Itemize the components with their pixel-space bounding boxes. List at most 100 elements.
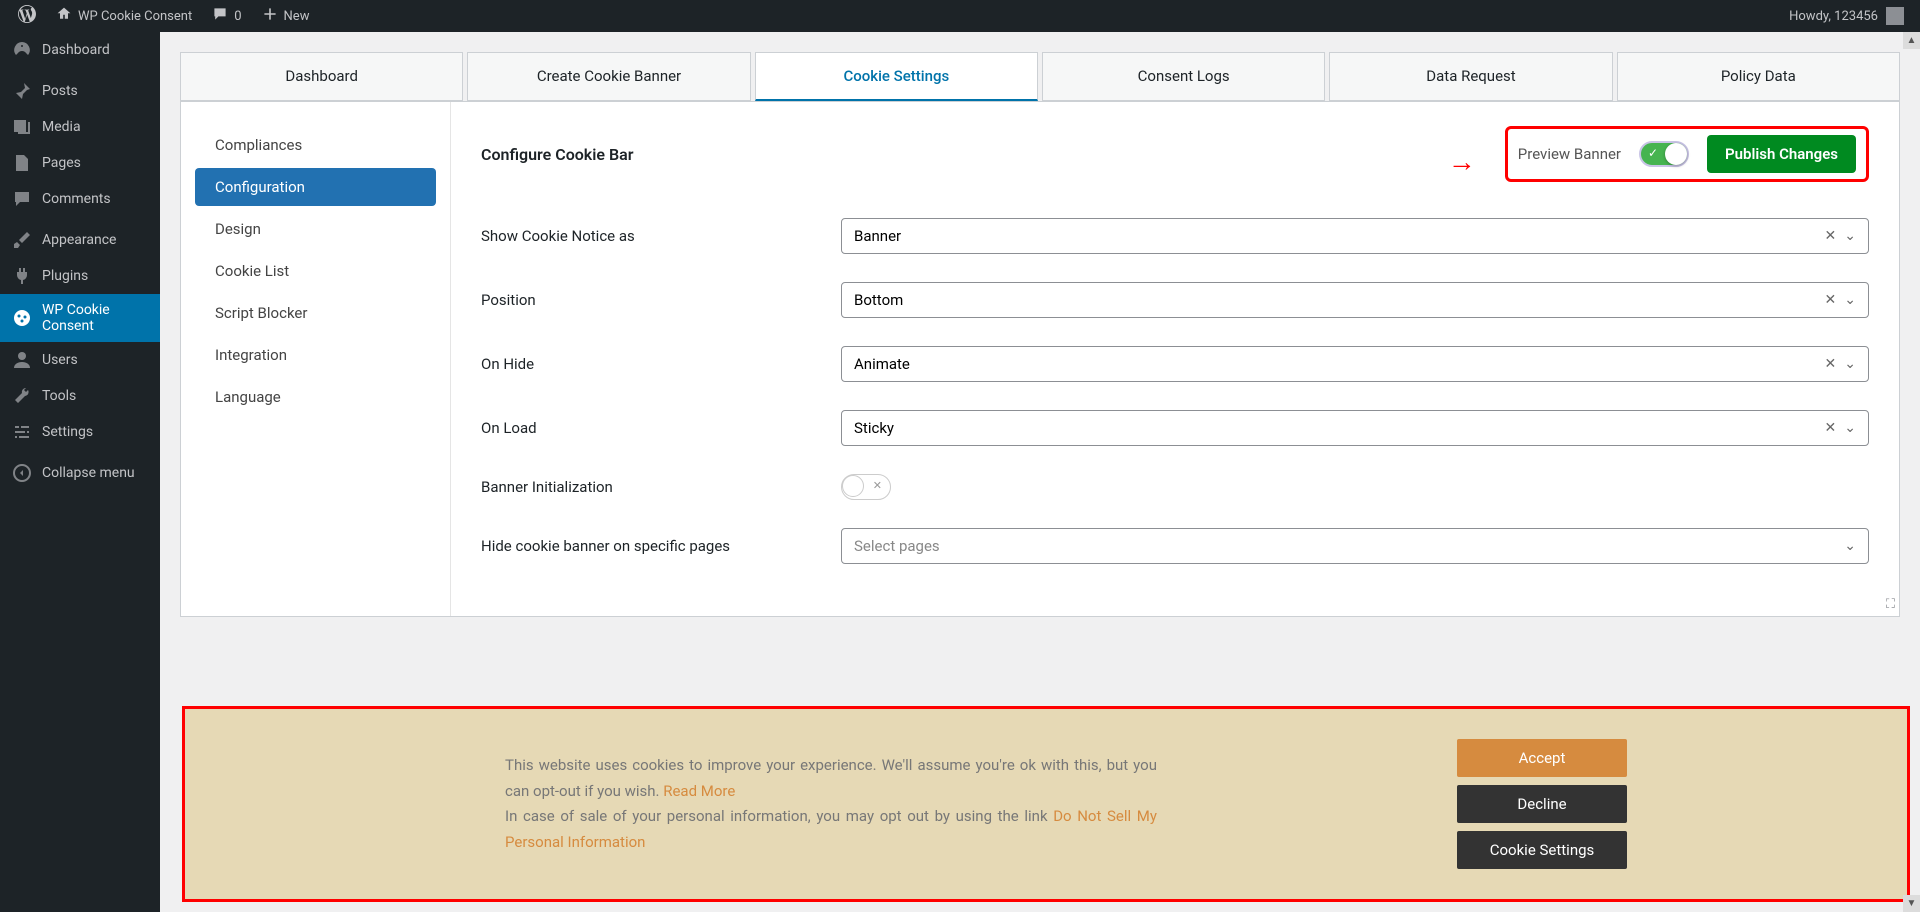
on-hide-select[interactable]: Animate ✕⌄ (841, 346, 1869, 382)
sidebar-item-label: Users (42, 352, 78, 368)
clear-icon[interactable]: ✕ (1825, 356, 1837, 372)
show-as-select[interactable]: Banner ✕⌄ (841, 218, 1869, 254)
sidebar-item-dashboard[interactable]: Dashboard (0, 32, 160, 68)
sidebar-item-settings[interactable]: Settings (0, 414, 160, 450)
plug-icon (12, 266, 32, 286)
chevron-down-icon: ⌄ (1844, 538, 1856, 554)
wrench-icon (12, 386, 32, 406)
sidebar-item-users[interactable]: Users (0, 342, 160, 378)
sidebar-item-media[interactable]: Media (0, 109, 160, 145)
settings-sidebar: Compliances Configuration Design Cookie … (181, 102, 451, 616)
decline-button[interactable]: Decline (1457, 785, 1627, 823)
sidebar-item-label: Collapse menu (42, 465, 135, 481)
settings-side-label: Integration (215, 346, 287, 364)
sidebar-item-appearance[interactable]: Appearance (0, 222, 160, 258)
preview-label: Preview Banner (1518, 145, 1621, 163)
clear-icon[interactable]: ✕ (1825, 292, 1837, 308)
sidebar-item-label: Media (42, 119, 81, 135)
sidebar-item-posts[interactable]: Posts (0, 73, 160, 109)
sidebar-item-label: WP Cookie Consent (42, 302, 148, 334)
new-label: New (284, 9, 310, 24)
tab-label: Policy Data (1721, 67, 1796, 85)
scrollbar-down[interactable]: ▼ (1903, 895, 1920, 912)
x-icon: ✕ (873, 479, 882, 492)
form-label: On Load (481, 419, 841, 437)
media-icon (12, 117, 32, 137)
sidebar-item-label: Plugins (42, 268, 88, 284)
comments-link[interactable]: 0 (202, 0, 251, 32)
wp-logo[interactable] (8, 0, 46, 32)
sidebar-item-collapse[interactable]: Collapse menu (0, 455, 160, 491)
avatar (1886, 7, 1904, 25)
position-select[interactable]: Bottom ✕ ⌄ (841, 282, 1869, 318)
toggle-knob (842, 475, 864, 497)
preview-toggle[interactable]: ✓ (1639, 141, 1689, 167)
site-link[interactable]: WP Cookie Consent (46, 0, 202, 32)
tab-data-request[interactable]: Data Request (1329, 52, 1612, 101)
settings-side-label: Cookie List (215, 262, 289, 280)
tab-dashboard[interactable]: Dashboard (180, 52, 463, 101)
form-row-banner-init: Banner Initialization ✕ (481, 474, 1869, 500)
cookie-banner-preview: This website uses cookies to improve you… (182, 706, 1910, 902)
sidebar-item-comments[interactable]: Comments (0, 181, 160, 217)
comment-icon (12, 189, 32, 209)
cookie-icon (12, 308, 32, 328)
on-load-select[interactable]: Sticky ✕⌄ (841, 410, 1869, 446)
select-icons: ✕⌄ (1825, 356, 1856, 372)
cookie-settings-button[interactable]: Cookie Settings (1457, 831, 1627, 869)
expand-icon[interactable]: ⛶ (1886, 597, 1895, 612)
sidebar-item-label: Dashboard (42, 42, 110, 58)
new-link[interactable]: New (252, 0, 320, 32)
banner-text-1: This website uses cookies to improve you… (505, 756, 1157, 800)
admin-bar-right[interactable]: Howdy, 123456 (1789, 7, 1912, 25)
settings-side-language[interactable]: Language (195, 378, 436, 416)
tab-cookie-settings[interactable]: Cookie Settings (755, 52, 1038, 101)
sidebar-item-label: Comments (42, 191, 111, 207)
settings-side-configuration[interactable]: Configuration (195, 168, 436, 206)
plus-icon (262, 6, 278, 26)
select-value: Select pages (854, 537, 940, 555)
check-icon: ✓ (1648, 146, 1658, 160)
tab-consent-logs[interactable]: Consent Logs (1042, 52, 1325, 101)
banner-text-2: In case of sale of your personal informa… (505, 807, 1053, 825)
form-row-on-load: On Load Sticky ✕⌄ (481, 410, 1869, 446)
settings-side-script-blocker[interactable]: Script Blocker (195, 294, 436, 332)
sidebar-item-wp-cookie-consent[interactable]: WP Cookie Consent (0, 294, 160, 342)
settings-side-cookie-list[interactable]: Cookie List (195, 252, 436, 290)
tab-label: Consent Logs (1138, 67, 1230, 85)
sidebar-item-plugins[interactable]: Plugins (0, 258, 160, 294)
hide-pages-select[interactable]: Select pages ⌄ (841, 528, 1869, 564)
tab-create-banner[interactable]: Create Cookie Banner (467, 52, 750, 101)
publish-button[interactable]: Publish Changes (1707, 135, 1856, 173)
clear-icon[interactable]: ✕ (1825, 420, 1837, 436)
chevron-down-icon: ⌄ (1844, 292, 1856, 308)
collapse-icon (12, 463, 32, 483)
select-value: Animate (854, 355, 910, 373)
clear-icon[interactable]: ✕ (1825, 228, 1837, 244)
settings-side-compliances[interactable]: Compliances (195, 126, 436, 164)
form-label: Banner Initialization (481, 478, 841, 496)
settings-side-label: Script Blocker (215, 304, 307, 322)
form-row-hide-pages: Hide cookie banner on specific pages Sel… (481, 528, 1869, 564)
home-icon (56, 6, 72, 26)
tab-policy-data[interactable]: Policy Data (1617, 52, 1900, 101)
settings-side-label: Compliances (215, 136, 302, 154)
banner-init-toggle[interactable]: ✕ (841, 474, 891, 500)
tab-label: Create Cookie Banner (537, 67, 681, 85)
tab-label: Cookie Settings (843, 67, 949, 85)
sidebar-item-tools[interactable]: Tools (0, 378, 160, 414)
settings-side-integration[interactable]: Integration (195, 336, 436, 374)
scrollbar-up[interactable]: ▲ (1903, 32, 1920, 49)
pages-icon (12, 153, 32, 173)
settings-content: Configure Cookie Bar → Preview Banner ✓ … (451, 102, 1899, 616)
wordpress-icon (18, 5, 36, 27)
pin-icon (12, 81, 32, 101)
select-value: Bottom (854, 291, 903, 309)
accept-button[interactable]: Accept (1457, 739, 1627, 777)
form-label: On Hide (481, 355, 841, 373)
settings-side-design[interactable]: Design (195, 210, 436, 248)
sidebar-item-pages[interactable]: Pages (0, 145, 160, 181)
read-more-link[interactable]: Read More (663, 782, 735, 800)
form-label: Hide cookie banner on specific pages (481, 537, 841, 555)
comment-icon (212, 6, 228, 26)
